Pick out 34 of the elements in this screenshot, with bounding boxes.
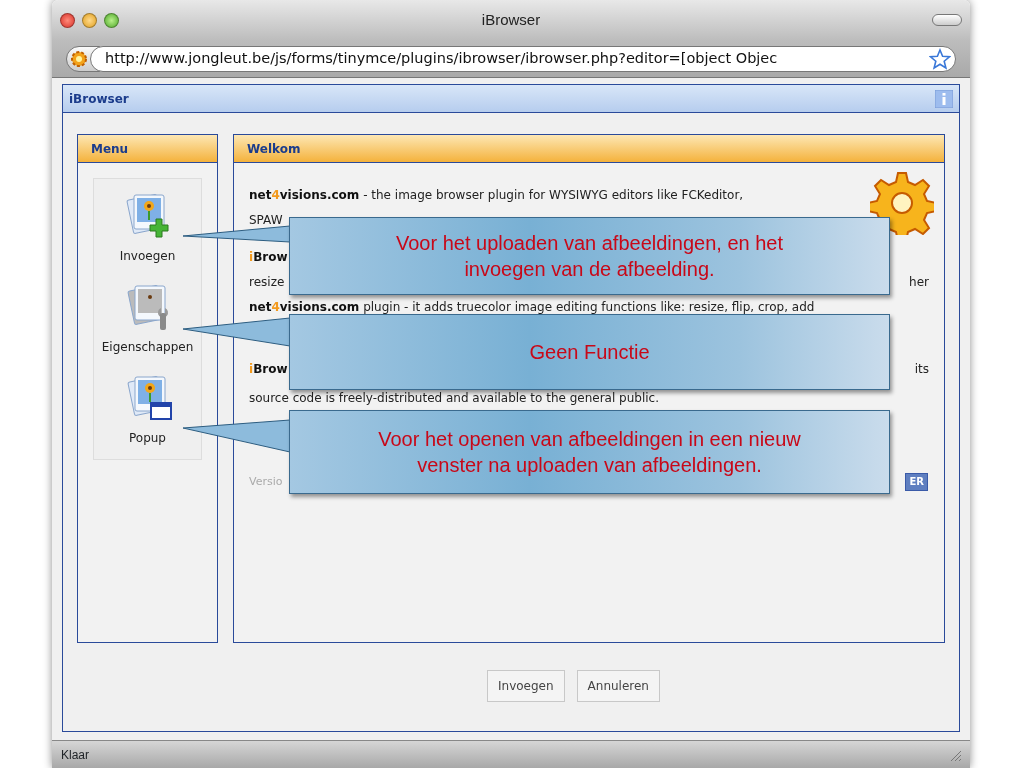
menu-item[interactable]: Popup <box>122 373 173 447</box>
callout: Geen Functie <box>289 314 890 390</box>
site-icon <box>70 49 88 68</box>
insert-button[interactable]: Invoegen <box>487 670 565 702</box>
text-line: iBrow <box>249 249 288 266</box>
text-line: SPAW <box>249 212 283 229</box>
window-title: iBrowser <box>480 9 542 30</box>
status-text: Klaar <box>61 746 89 764</box>
gear-icon <box>870 171 934 235</box>
toolbar-toggle-button[interactable] <box>932 14 962 26</box>
link-button[interactable]: ER <box>905 473 928 491</box>
text-line: her <box>909 274 929 291</box>
text-line: net4visions.com plugin - it adds truecolor image editing functions like: resize, flip, crop, add <box>249 299 815 316</box>
minimize-button[interactable] <box>82 12 97 28</box>
bookmark-star-icon[interactable] <box>929 47 951 70</box>
menu-item[interactable]: Eigenschappen <box>101 282 194 356</box>
dialog-title: iBrowser <box>69 90 129 108</box>
text-line: its <box>914 361 929 378</box>
version-text: Versio <box>249 473 283 490</box>
panel-title: Menu <box>91 140 129 158</box>
zoom-button[interactable] <box>104 12 119 28</box>
cancel-button[interactable]: Annuleren <box>576 670 660 702</box>
text-line: iBrow <box>249 361 288 378</box>
callout: Voor het openen van afbeeldingen in een nieuw venster na uploaden van afbeeldingen. <box>289 410 890 494</box>
text-line: resize <box>249 274 285 291</box>
address-field[interactable]: http://www.jongleut.be/js/forms/tinymce/plugins/ibrowser/ibrowser.php?editor=[object Objec <box>90 45 956 72</box>
info-icon[interactable] <box>935 89 953 108</box>
close-button[interactable] <box>60 12 75 28</box>
callout: Voor het uploaden van afbeeldingen, en het invoegen van de afbeelding. <box>289 217 890 295</box>
text-line: source code is freely-distributed and available to the general public. <box>249 390 660 407</box>
resize-grip-icon[interactable] <box>949 748 961 761</box>
text-line: net4visions.com - the image browser plugin for WYSIWYG editors like FCKeditor, <box>249 187 744 204</box>
panel-title: Welkom <box>247 140 301 158</box>
menu-item[interactable]: Invoegen <box>119 191 176 265</box>
